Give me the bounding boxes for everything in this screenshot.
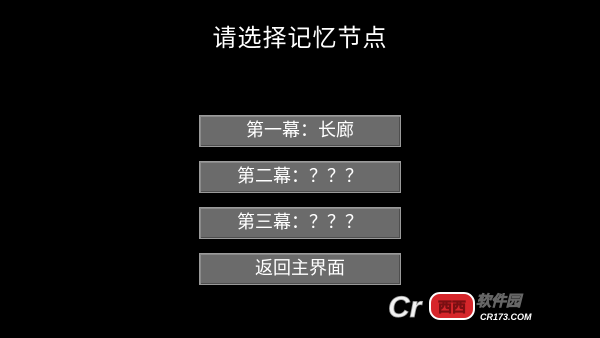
return-main-menu-button[interactable]: 返回主界面 xyxy=(199,253,401,285)
act-2-button[interactable]: 第二幕：？？？ xyxy=(199,161,401,193)
svg-text:CR173.COM: CR173.COM xyxy=(480,312,532,322)
watermark-logo: Cr 西西 软件园 CR173.COM xyxy=(388,291,532,324)
svg-text:软件园: 软件园 xyxy=(476,292,524,310)
svg-text:Cr: Cr xyxy=(388,291,424,324)
act-1-button[interactable]: 第一幕：长廊 xyxy=(199,115,401,147)
act-3-button[interactable]: 第三幕：？？？ xyxy=(199,207,401,239)
memory-node-menu: 第一幕：长廊 第二幕：？？？ 第三幕：？？？ 返回主界面 xyxy=(199,115,401,299)
svg-text:西西: 西西 xyxy=(438,300,466,316)
page-title: 请选择记忆节点 xyxy=(212,24,388,52)
